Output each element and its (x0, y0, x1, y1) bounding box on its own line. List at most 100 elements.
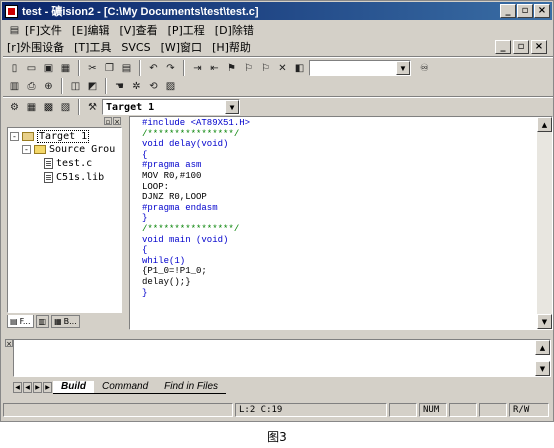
close-button[interactable]: × (534, 4, 550, 18)
app-icon[interactable] (5, 4, 18, 18)
doc-close-button[interactable]: × (531, 40, 547, 54)
rebuild-all-icon[interactable]: ▩ (41, 100, 56, 115)
tab-books[interactable]: ▦ B... (51, 315, 80, 328)
open-folder-icon[interactable]: ▭ (24, 61, 39, 76)
collapse-icon[interactable]: - (10, 132, 19, 141)
maximize-button[interactable]: ▫ (517, 4, 533, 18)
scroll-down-icon[interactable]: ▼ (537, 314, 552, 329)
code-line[interactable]: MOV R0,#100 (142, 171, 250, 182)
redo-icon[interactable]: ↷ (163, 61, 178, 76)
first-tab-icon[interactable]: ◀ (13, 381, 22, 393)
indent-icon[interactable]: ⇥ (190, 61, 205, 76)
pane-close-icon[interactable]: × (113, 117, 121, 126)
bookmark-prev-icon[interactable]: ⚐ (258, 61, 273, 76)
find-in-files-icon[interactable]: ◧ (292, 61, 307, 76)
code-line[interactable]: { (142, 245, 250, 256)
bookmark-toggle-icon[interactable]: ⚑ (224, 61, 239, 76)
save-all-icon[interactable]: ▦ (58, 61, 73, 76)
binoculars-icon[interactable]: ♾ (417, 61, 432, 76)
code-text[interactable]: #include <AT89X51.H>/****************/vo… (142, 118, 250, 298)
menu-edit[interactable]: [E]编辑 (72, 22, 110, 38)
code-line[interactable]: #pragma endasm (142, 203, 250, 214)
code-editor[interactable]: #include <AT89X51.H>/****************/vo… (129, 116, 553, 330)
menu-svcs[interactable]: SVCS (121, 41, 150, 54)
output-close-icon[interactable]: × (5, 339, 13, 348)
tab-files[interactable]: ▤ F... (7, 315, 34, 328)
save-icon[interactable]: ▣ (41, 61, 56, 76)
dropdown-arrow-icon[interactable]: ▼ (225, 100, 239, 114)
last-tab-icon[interactable]: ▶ (43, 381, 52, 393)
project-tree[interactable]: - Target 1 - Source Grou test.c C51s.lib (7, 127, 122, 313)
tab-build[interactable]: Build (53, 380, 94, 394)
new-file-icon[interactable]: ▯ (7, 61, 22, 76)
menu-peripherals[interactable]: [r]外围设备 (7, 39, 64, 55)
scroll-up-icon[interactable]: ▲ (537, 117, 552, 132)
code-line[interactable]: while(1) (142, 256, 250, 267)
code-line[interactable]: delay();} (142, 277, 250, 288)
tree-item-source-group[interactable]: - Source Grou (22, 143, 115, 156)
bug-icon[interactable]: ✲ (129, 79, 144, 94)
bookmark-clear-icon[interactable]: ✕ (275, 61, 290, 76)
bookmark-next-icon[interactable]: ⚐ (241, 61, 256, 76)
next-tab-icon[interactable]: ▶ (33, 381, 42, 393)
output-window-icon[interactable]: ◩ (85, 79, 100, 94)
code-line[interactable]: #include <AT89X51.H> (142, 118, 250, 129)
menu-window[interactable]: [W]窗口 (161, 39, 202, 55)
tree-item-file[interactable]: test.c (44, 157, 92, 170)
registers-icon[interactable]: ▨ (163, 79, 178, 94)
cut-icon[interactable]: ✂ (85, 61, 100, 76)
title-bar[interactable]: test - 礦ision2 - [C:\My Documents\test\t… (2, 2, 552, 20)
paste-icon[interactable]: ▤ (119, 61, 134, 76)
tab-command[interactable]: Command (94, 381, 157, 394)
find-combo[interactable]: ▼ (309, 60, 411, 76)
code-line[interactable]: /****************/ (142, 224, 250, 235)
minimize-button[interactable]: _ (500, 4, 516, 18)
doc-minimize-button[interactable]: _ (495, 40, 511, 54)
code-line[interactable]: {P1_0=!P1_0; (142, 266, 250, 277)
code-line[interactable]: void main (void) (142, 235, 250, 246)
target-select[interactable]: Target 1 ▼ (102, 99, 240, 115)
code-line[interactable]: #pragma asm (142, 160, 250, 171)
hand-icon[interactable]: ☚ (112, 79, 127, 94)
scroll-down-icon[interactable]: ▼ (535, 361, 550, 376)
build-target-icon[interactable]: ▦ (24, 100, 39, 115)
outdent-icon[interactable]: ⇤ (207, 61, 222, 76)
project-window-icon[interactable]: ◫ (68, 79, 83, 94)
dropdown-arrow-icon[interactable]: ▼ (396, 61, 410, 75)
code-line[interactable]: LOOP: (142, 182, 250, 193)
zoom-icon[interactable]: ⊕ (41, 79, 56, 94)
code-line[interactable]: /****************/ (142, 129, 250, 140)
doc-restore-button[interactable]: ▫ (513, 40, 529, 54)
stop-build-icon[interactable]: ▧ (58, 100, 73, 115)
tab-regs[interactable]: ▥ (35, 315, 50, 328)
output-text[interactable]: ▲ ▼ (13, 339, 551, 377)
code-line[interactable]: DJNZ R0,LOOP (142, 192, 250, 203)
code-line[interactable]: } (142, 213, 250, 224)
reset-icon[interactable]: ⟲ (146, 79, 161, 94)
menu-file[interactable]: [F]文件 (25, 22, 62, 38)
print-icon[interactable]: ⎙ (24, 79, 39, 94)
prev-tab-icon[interactable]: ◀ (23, 381, 32, 393)
collapse-icon[interactable]: - (22, 145, 31, 154)
memory-window-icon[interactable]: ▥ (7, 79, 22, 94)
undo-icon[interactable]: ↶ (146, 61, 161, 76)
code-line[interactable]: void delay(void) (142, 139, 250, 150)
menu-project[interactable]: [P]工程 (168, 22, 205, 38)
tree-item-target[interactable]: - Target 1 (10, 130, 90, 143)
menu-tools[interactable]: [T]工具 (74, 39, 111, 55)
translate-icon[interactable]: ⚙ (7, 100, 22, 115)
tab-find-in-files[interactable]: Find in Files (156, 381, 227, 394)
target-options-icon[interactable]: ⚒ (85, 100, 100, 115)
tab-label: B... (63, 317, 77, 326)
code-line[interactable]: { (142, 150, 250, 161)
menu-view[interactable]: [V]查看 (119, 22, 157, 38)
tree-item-file[interactable]: C51s.lib (44, 171, 104, 184)
document-icon[interactable]: ▤ (7, 23, 22, 38)
code-line[interactable]: } (142, 288, 250, 299)
vertical-scrollbar[interactable]: ▲ ▼ (537, 117, 552, 329)
pane-restore-icon[interactable]: ▫ (104, 117, 112, 126)
menu-help[interactable]: [H]帮助 (212, 39, 251, 55)
menu-debug[interactable]: [D]除错 (215, 22, 254, 38)
scroll-up-icon[interactable]: ▲ (535, 340, 550, 355)
copy-icon[interactable]: ❐ (102, 61, 117, 76)
